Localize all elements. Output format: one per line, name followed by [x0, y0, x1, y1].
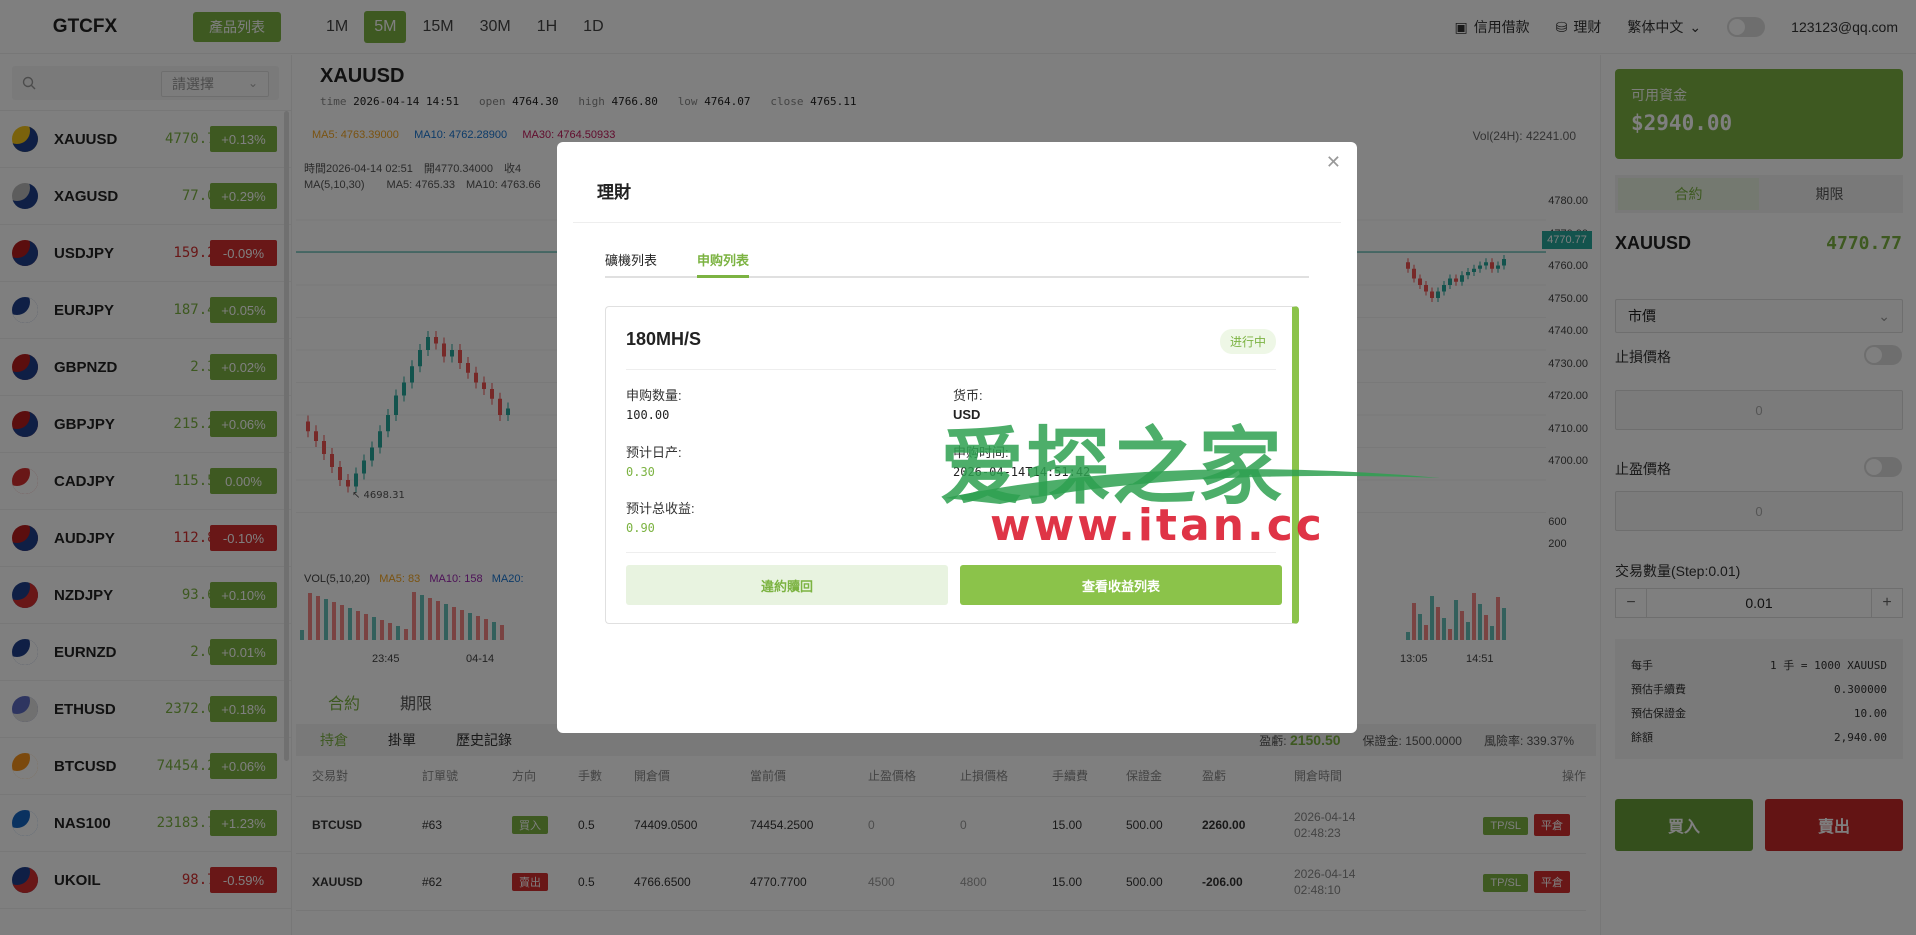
- daily-value: 0.30: [626, 465, 655, 479]
- modal-tabs: 礦機列表 申购列表: [605, 248, 1309, 278]
- total-label: 预计总收益:: [626, 501, 695, 516]
- qty-label: 申购数量:: [626, 388, 682, 403]
- tab-miner-list[interactable]: 礦機列表: [605, 248, 657, 278]
- modal-divider: [573, 222, 1341, 223]
- redeem-button[interactable]: 違約贖回: [626, 565, 948, 605]
- total-value: 0.90: [626, 521, 655, 535]
- card-divider: [626, 369, 1276, 370]
- modal-overlay[interactable]: ✕ 理財 礦機列表 申购列表 180MH/S 进行中 申购数量: 100.00 …: [0, 0, 1916, 935]
- view-earnings-button[interactable]: 查看收益列表: [960, 565, 1282, 605]
- product-name: 180MH/S: [626, 329, 702, 349]
- watermark-url: www.itan.cc: [990, 500, 1325, 551]
- tab-subscription-list[interactable]: 申购列表: [697, 248, 750, 278]
- status-badge: 进行中: [1219, 329, 1276, 354]
- qty-value: 100.00: [626, 408, 670, 422]
- watermark: 爱探之家 www.itan.cc: [940, 400, 1440, 551]
- daily-label: 预计日产:: [626, 445, 682, 460]
- card-divider-2: [626, 552, 1276, 553]
- modal-title: 理財: [597, 183, 631, 202]
- close-icon[interactable]: ✕: [1326, 152, 1341, 173]
